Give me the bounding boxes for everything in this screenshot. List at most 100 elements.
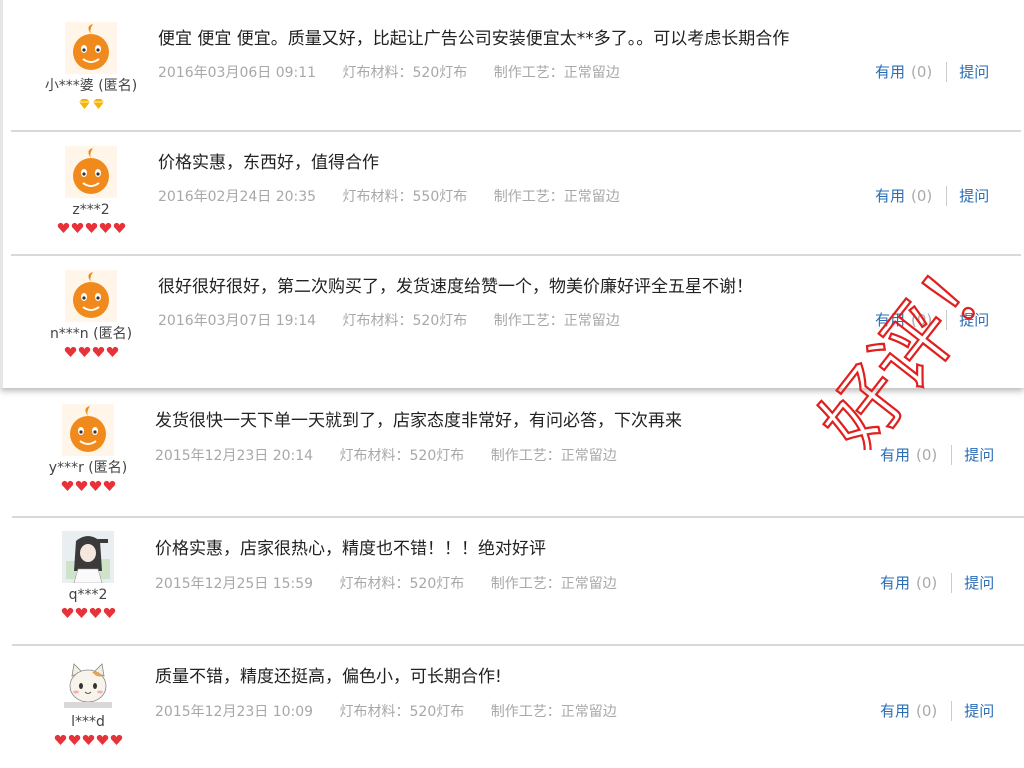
review-divider bbox=[11, 254, 1021, 256]
reviewer-name[interactable]: q***2 bbox=[18, 586, 158, 604]
action-divider bbox=[946, 61, 948, 82]
useful-count: (0) bbox=[911, 186, 933, 205]
review-content: 发货很快一天下单一天就到了，店家态度非常好，有问必答，下次再来 bbox=[155, 411, 682, 431]
heart-icon bbox=[113, 222, 125, 233]
review-date: 2016年03月06日 09:11 bbox=[158, 65, 317, 81]
ask-button[interactable]: 提问 bbox=[959, 185, 989, 206]
heart-icon bbox=[82, 734, 94, 745]
review-material: 灯布材料：520灯布 bbox=[339, 704, 465, 720]
heart-icon bbox=[85, 222, 97, 233]
review-panel-bottom: y***r (匿名) 发货很快一天下单一天就到了，店家态度非常好，有问必答，下次… bbox=[0, 390, 1024, 768]
rank-badges bbox=[18, 480, 158, 494]
review-meta: 2015年12月23日 10:09 灯布材料：520灯布 制作工艺：正常留边 bbox=[155, 701, 639, 721]
heart-icon bbox=[89, 607, 101, 618]
ask-button[interactable]: 提问 bbox=[964, 444, 994, 465]
review-actions: 有用 (0) 提问 bbox=[875, 309, 989, 330]
useful-button[interactable]: 有用 bbox=[880, 572, 910, 593]
diamond-icon bbox=[92, 99, 104, 109]
review-content: 价格实惠，店家很热心，精度也不错！！！绝对好评 bbox=[155, 539, 546, 559]
review-meta: 2016年03月07日 19:14 灯布材料：520灯布 制作工艺：正常留边 bbox=[158, 310, 642, 330]
ask-button[interactable]: 提问 bbox=[964, 700, 994, 721]
review-process: 制作工艺：正常留边 bbox=[493, 65, 620, 81]
avatar-icon[interactable] bbox=[65, 270, 117, 322]
action-divider bbox=[951, 572, 953, 593]
review-date: 2015年12月23日 20:14 bbox=[155, 448, 314, 464]
useful-button[interactable]: 有用 bbox=[875, 309, 905, 330]
review-content: 价格实惠，东西好，值得合作 bbox=[158, 153, 379, 173]
reviewer-name[interactable]: y***r (匿名) bbox=[18, 459, 158, 477]
useful-count: (0) bbox=[916, 445, 938, 464]
review-process: 制作工艺：正常留边 bbox=[490, 448, 617, 464]
review-date: 2016年03月07日 19:14 bbox=[158, 313, 317, 329]
review-panel-top: 小***婆 (匿名) 便宜 便宜 便宜。质量又好，比起让广告公司安装便宜太**多… bbox=[0, 0, 1024, 388]
heart-icon bbox=[68, 734, 80, 745]
heart-icon bbox=[64, 346, 76, 357]
review-divider bbox=[11, 130, 1021, 132]
review-actions: 有用 (0) 提问 bbox=[875, 61, 989, 82]
cat-avatar-icon[interactable] bbox=[62, 658, 114, 710]
reviewer-info: n***n (匿名) bbox=[21, 270, 161, 360]
ask-button[interactable]: 提问 bbox=[964, 572, 994, 593]
heart-icon bbox=[103, 480, 115, 491]
review-meta: 2016年02月24日 20:35 灯布材料：550灯布 制作工艺：正常留边 bbox=[158, 186, 642, 206]
heart-icon bbox=[110, 734, 122, 745]
rank-badges bbox=[21, 98, 161, 112]
heart-icon bbox=[61, 607, 73, 618]
anime-avatar-icon[interactable] bbox=[62, 531, 114, 583]
review-process: 制作工艺：正常留边 bbox=[490, 704, 617, 720]
review-actions: 有用 (0) 提问 bbox=[880, 700, 994, 721]
review-material: 灯布材料：520灯布 bbox=[339, 448, 465, 464]
review-date: 2015年12月23日 10:09 bbox=[155, 704, 314, 720]
useful-count: (0) bbox=[916, 573, 938, 592]
reviewer-name[interactable]: z***2 bbox=[21, 201, 161, 219]
heart-icon bbox=[71, 222, 83, 233]
avatar-icon[interactable] bbox=[62, 404, 114, 456]
review-process: 制作工艺：正常留边 bbox=[493, 313, 620, 329]
heart-icon bbox=[78, 346, 90, 357]
review-material: 灯布材料：520灯布 bbox=[342, 65, 468, 81]
review-divider bbox=[12, 516, 1024, 518]
useful-button[interactable]: 有用 bbox=[875, 185, 905, 206]
reviewer-info: y***r (匿名) bbox=[18, 404, 158, 494]
ask-button[interactable]: 提问 bbox=[959, 309, 989, 330]
reviewer-info: z***2 bbox=[21, 146, 161, 236]
diamond-icon bbox=[78, 99, 90, 109]
heart-icon bbox=[57, 222, 69, 233]
reviewer-name[interactable]: l***d bbox=[18, 713, 158, 731]
heart-icon bbox=[61, 480, 73, 491]
reviewer-name[interactable]: 小***婆 (匿名) bbox=[21, 77, 161, 95]
review-meta: 2016年03月06日 09:11 灯布材料：520灯布 制作工艺：正常留边 bbox=[158, 62, 642, 82]
rank-badges bbox=[21, 222, 161, 236]
action-divider bbox=[946, 185, 948, 206]
ask-button[interactable]: 提问 bbox=[959, 61, 989, 82]
avatar-icon[interactable] bbox=[65, 22, 117, 74]
heart-icon bbox=[54, 734, 66, 745]
useful-count: (0) bbox=[911, 310, 933, 329]
useful-button[interactable]: 有用 bbox=[875, 61, 905, 82]
heart-icon bbox=[99, 222, 111, 233]
useful-button[interactable]: 有用 bbox=[880, 444, 910, 465]
heart-icon bbox=[89, 480, 101, 491]
heart-icon bbox=[75, 607, 87, 618]
action-divider bbox=[946, 309, 948, 330]
action-divider bbox=[951, 444, 953, 465]
review-material: 灯布材料：520灯布 bbox=[339, 576, 465, 592]
review-content: 便宜 便宜 便宜。质量又好，比起让广告公司安装便宜太**多了。。可以考虑长期合作 bbox=[158, 29, 790, 49]
rank-badges bbox=[18, 607, 158, 621]
review-material: 灯布材料：520灯布 bbox=[342, 313, 468, 329]
review-actions: 有用 (0) 提问 bbox=[880, 444, 994, 465]
review-content: 很好很好很好，第二次购买了，发货速度给赞一个，物美价廉好评全五星不谢！ bbox=[158, 277, 753, 297]
heart-icon bbox=[106, 346, 118, 357]
heart-icon bbox=[75, 480, 87, 491]
reviewer-info: q***2 bbox=[18, 531, 158, 621]
review-content: 质量不错，精度还挺高，偏色小，可长期合作! bbox=[155, 667, 502, 687]
useful-button[interactable]: 有用 bbox=[880, 700, 910, 721]
heart-icon bbox=[103, 607, 115, 618]
review-actions: 有用 (0) 提问 bbox=[880, 572, 994, 593]
action-divider bbox=[951, 700, 953, 721]
avatar-icon[interactable] bbox=[65, 146, 117, 198]
rank-badges bbox=[18, 734, 158, 748]
rank-badges bbox=[21, 346, 161, 360]
heart-icon bbox=[92, 346, 104, 357]
reviewer-name[interactable]: n***n (匿名) bbox=[21, 325, 161, 343]
